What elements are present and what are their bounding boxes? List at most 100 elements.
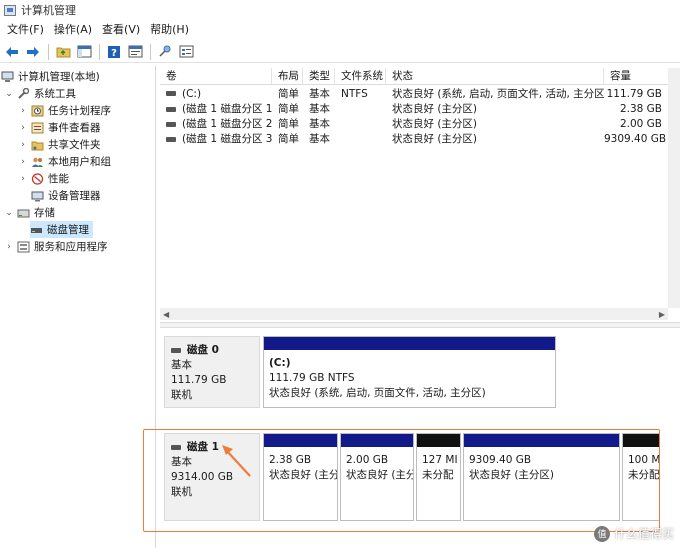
- toolbar-separator: [150, 43, 151, 60]
- menu-help[interactable]: 帮助(H): [145, 21, 194, 39]
- tree-item-device-manager[interactable]: 设备管理器: [31, 187, 101, 204]
- unallocated-block[interactable]: 127 MI 未分配: [416, 433, 461, 521]
- drive-icon: [166, 106, 176, 112]
- tree-item-label: 事件查看器: [48, 122, 101, 134]
- table-row[interactable]: (磁盘 1 磁盘分区 3) 简单 基本 状态良好 (主分区) 9309.40 G…: [160, 131, 668, 146]
- drive-icon: [166, 121, 176, 127]
- tree-item-root[interactable]: 计算机管理(本地): [1, 68, 100, 85]
- menu-view[interactable]: 查看(V): [97, 21, 145, 39]
- toolbar-separator: [99, 43, 100, 60]
- tree-item-shared-folders[interactable]: › 共享文件夹: [18, 136, 100, 153]
- disk-type: 基本: [171, 359, 192, 371]
- tree-item-disk-management[interactable]: 磁盘管理: [30, 221, 93, 238]
- partition-block[interactable]: (C:) 111.79 GB NTFS 状态良好 (系统, 启动, 页面文件, …: [263, 336, 556, 408]
- partition-size: 2.00 GB: [346, 454, 389, 466]
- tree-item-services[interactable]: › 服务和应用程序: [4, 238, 108, 255]
- chevron-right-icon[interactable]: ›: [18, 174, 28, 184]
- volume-name: (磁盘 1 磁盘分区 2): [182, 118, 272, 130]
- partition-size: 111.79 GB NTFS: [269, 372, 355, 384]
- tree-item-system-tools[interactable]: ⌄ 系统工具: [4, 85, 76, 102]
- chevron-down-icon[interactable]: ⌄: [4, 89, 14, 99]
- tree-item-local-users[interactable]: › 本地用户和组: [18, 153, 111, 170]
- partition-block[interactable]: 2.00 GB 状态良好 (主分: [340, 433, 414, 521]
- column-header-layout[interactable]: 布局: [272, 68, 303, 85]
- partition-block[interactable]: 9309.40 GB 状态良好 (主分区): [463, 433, 620, 521]
- tree-item-label: 磁盘管理: [47, 224, 89, 236]
- volume-layout: 简单: [278, 133, 299, 145]
- primary-partition-band: [464, 434, 619, 447]
- partition-status: 状态良好 (主分: [346, 469, 413, 481]
- column-header-type[interactable]: 类型: [303, 68, 335, 85]
- tree-item-storage[interactable]: ⌄ 存储: [4, 204, 55, 221]
- chevron-right-icon[interactable]: ›: [18, 123, 28, 133]
- volume-layout: 简单: [278, 103, 299, 115]
- users-icon: [31, 156, 44, 168]
- menu-bar: 文件(F) 操作(A) 查看(V) 帮助(H): [0, 20, 680, 40]
- tree-item-performance[interactable]: › 性能: [18, 170, 69, 187]
- unallocated-block[interactable]: 100 MI 未分配: [622, 433, 660, 521]
- chevron-right-icon[interactable]: ›: [18, 140, 28, 150]
- scroll-right-icon[interactable]: ▶: [659, 310, 665, 319]
- tree-item-label: 设备管理器: [48, 190, 101, 202]
- tree-item-label: 系统工具: [34, 88, 76, 100]
- table-row[interactable]: (磁盘 1 磁盘分区 2) 简单 基本 状态良好 (主分区) 2.00 GB: [160, 116, 668, 131]
- performance-icon: [31, 172, 44, 185]
- partition-block[interactable]: 2.38 GB 状态良好 (主分: [263, 433, 338, 521]
- disk-info[interactable]: 磁盘 1 基本 9314.00 GB 联机: [164, 433, 260, 521]
- disk-state: 联机: [171, 389, 192, 401]
- properties-icon[interactable]: [125, 43, 145, 61]
- partition-label: (C:): [269, 357, 291, 369]
- device-manager-icon: [31, 190, 44, 202]
- more-icon[interactable]: [176, 43, 196, 61]
- title-bar: 计算机管理: [0, 0, 680, 20]
- tree-item-event-viewer[interactable]: › 事件查看器: [18, 119, 101, 136]
- table-row[interactable]: (C:) 简单 基本 NTFS 状态良好 (系统, 启动, 页面文件, 活动, …: [160, 86, 668, 101]
- volume-type: 基本: [309, 103, 330, 115]
- partition-status: 状态良好 (系统, 启动, 页面文件, 活动, 主分区): [269, 387, 486, 399]
- svg-text:?: ?: [111, 48, 117, 59]
- volume-capacity: 2.38 GB: [619, 102, 662, 115]
- chevron-down-icon[interactable]: ⌄: [4, 208, 14, 218]
- help-icon[interactable]: ?: [104, 43, 124, 61]
- partition-status: 状态良好 (主分: [269, 469, 337, 481]
- tools-icon: [17, 87, 30, 100]
- tree-item-task-scheduler[interactable]: › 任务计划程序: [18, 102, 111, 119]
- connect-icon[interactable]: [155, 43, 175, 61]
- forward-arrow-icon[interactable]: [23, 43, 43, 61]
- table-row[interactable]: (磁盘 1 磁盘分区 1) 简单 基本 状态良好 (主分区) 2.38 GB: [160, 101, 668, 116]
- menu-action[interactable]: 操作(A): [49, 21, 97, 39]
- folder-up-icon[interactable]: [53, 43, 73, 61]
- primary-partition-band: [264, 434, 337, 447]
- horizontal-scrollbar[interactable]: ◀ ▶: [160, 308, 668, 320]
- column-header-capacity[interactable]: 容量: [604, 68, 668, 85]
- column-header-status[interactable]: 状态: [386, 68, 604, 85]
- disk-name: 磁盘 0: [187, 344, 219, 356]
- volume-status: 状态良好 (系统, 启动, 页面文件, 活动, 主分区): [392, 88, 604, 100]
- volume-type: 基本: [309, 118, 330, 130]
- back-arrow-icon[interactable]: [2, 43, 22, 61]
- primary-partition-band: [264, 337, 555, 350]
- storage-icon: [17, 207, 30, 219]
- disk-icon: [171, 348, 181, 353]
- column-header-filesystem[interactable]: 文件系统: [335, 68, 386, 85]
- volume-layout: 简单: [278, 88, 299, 100]
- partition-status: 状态良好 (主分区): [469, 469, 555, 481]
- scroll-left-icon[interactable]: ◀: [163, 310, 169, 319]
- disk-info[interactable]: 磁盘 0 基本 111.79 GB 联机: [164, 336, 260, 408]
- vertical-scrollbar[interactable]: [668, 68, 680, 308]
- volume-type: 基本: [309, 133, 330, 145]
- console-tree-icon[interactable]: [74, 43, 94, 61]
- menu-file[interactable]: 文件(F): [2, 21, 49, 39]
- disk-state: 联机: [171, 486, 192, 498]
- watermark: 值 什么值得买: [593, 525, 674, 542]
- chevron-right-icon[interactable]: ›: [18, 106, 28, 116]
- window-title: 计算机管理: [21, 4, 76, 17]
- chevron-right-icon[interactable]: ›: [4, 242, 14, 252]
- chevron-right-icon[interactable]: ›: [18, 157, 28, 167]
- volume-type: 基本: [309, 88, 330, 100]
- unallocated-band: [623, 434, 659, 447]
- pane-splitter[interactable]: [160, 322, 680, 328]
- column-header-volume[interactable]: 卷: [160, 68, 272, 85]
- disk-size: 111.79 GB: [171, 374, 227, 386]
- volume-list-header: 卷 布局 类型 文件系统 状态 容量: [160, 68, 668, 85]
